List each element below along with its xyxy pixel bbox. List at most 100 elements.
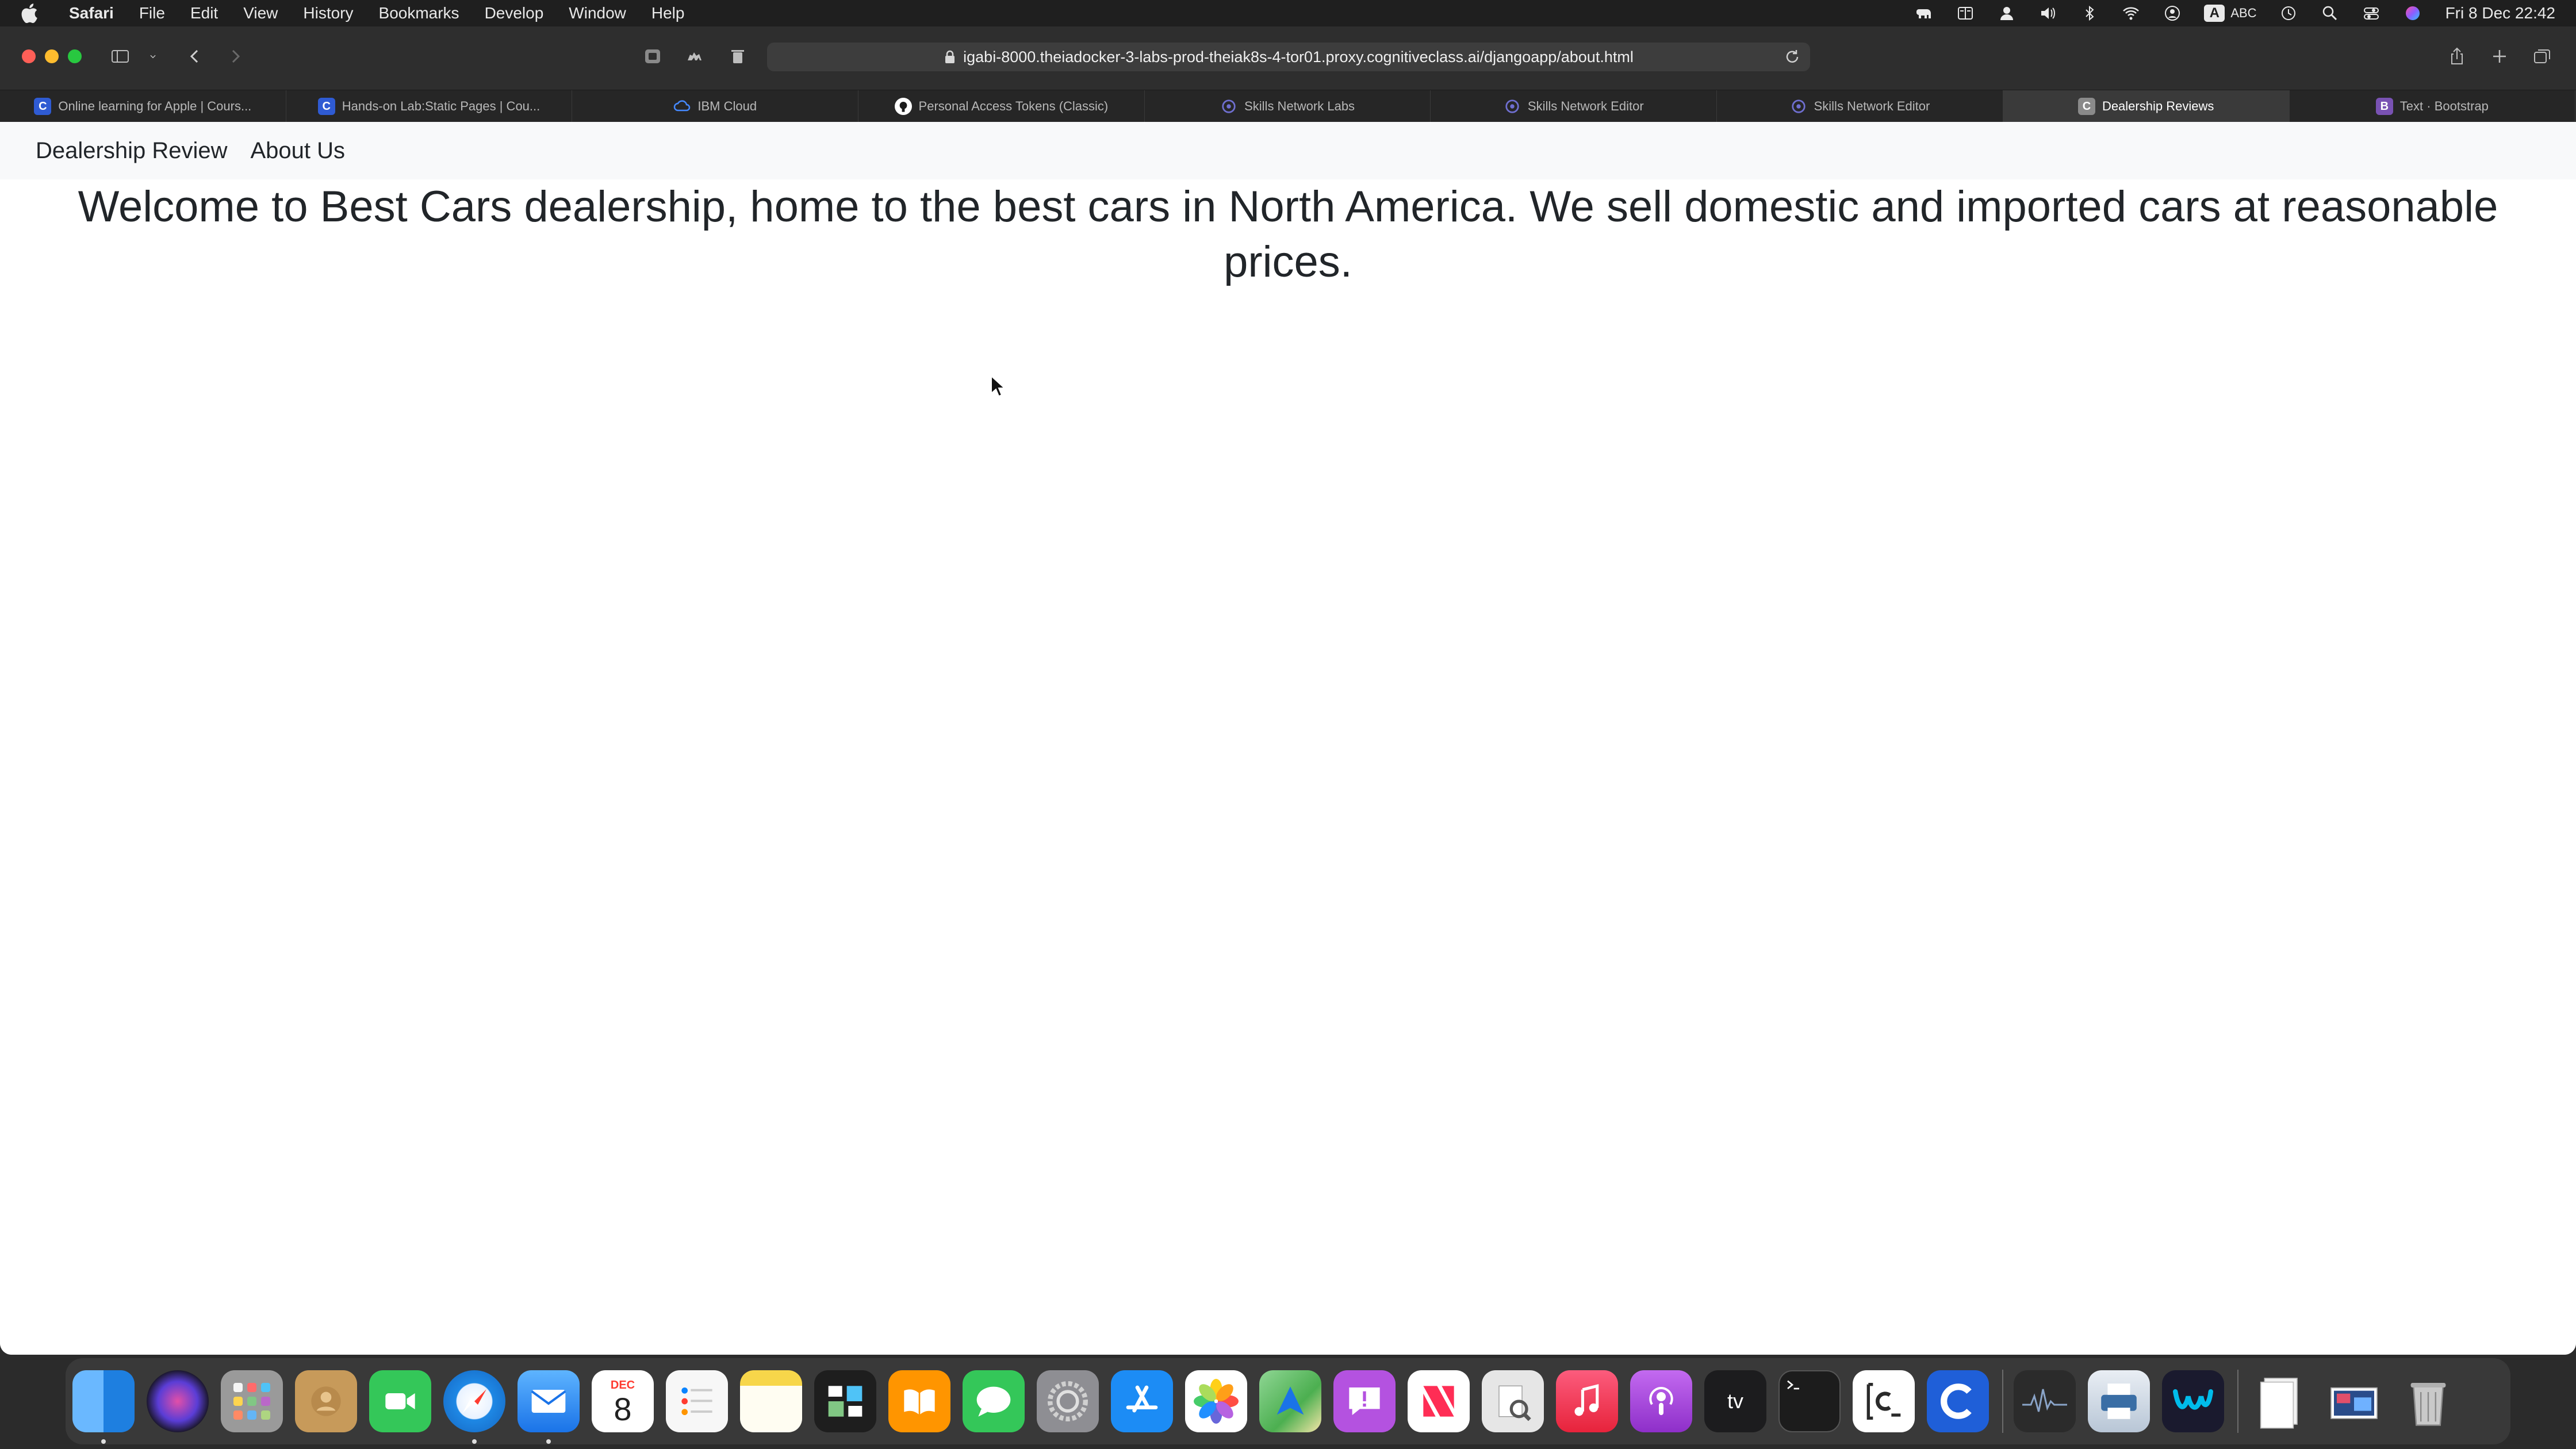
menu-develop[interactable]: Develop [485, 4, 544, 22]
user-status-icon[interactable] [1997, 5, 2017, 22]
finder-icon[interactable] [72, 1370, 135, 1444]
maps-icon[interactable] [1259, 1370, 1321, 1432]
reload-icon[interactable] [1784, 48, 1801, 66]
screenshot-stack-icon[interactable] [2323, 1370, 2385, 1432]
coursera-icon[interactable] [1927, 1370, 1989, 1432]
books-icon[interactable] [888, 1370, 950, 1432]
reader-status-icon[interactable] [1956, 5, 1975, 22]
preview-icon[interactable] [1482, 1370, 1544, 1432]
music-icon[interactable] [1556, 1370, 1618, 1432]
siri-app-icon[interactable] [147, 1370, 209, 1432]
generic-c-favicon-icon: C [2077, 98, 2095, 115]
address-bar[interactable]: igabi-8000.theiadocker-3-labs-prod-theia… [767, 43, 1810, 71]
messages-icon[interactable] [963, 1370, 1025, 1432]
calendar-month: DEC [610, 1378, 635, 1392]
navbar-brand-link[interactable]: Dealership Review [36, 138, 227, 164]
coursera-favicon-icon: C [317, 98, 335, 115]
safari-app-icon[interactable] [443, 1370, 505, 1444]
facetime-icon[interactable] [369, 1370, 431, 1432]
elephant-status-icon[interactable] [1914, 5, 1934, 22]
menu-help[interactable]: Help [651, 4, 685, 22]
menu-history[interactable]: History [303, 4, 353, 22]
tab-overview-icon[interactable] [2532, 46, 2552, 67]
skills-network-favicon-icon [1220, 98, 1237, 115]
calendar-icon[interactable]: DEC 8 [592, 1370, 654, 1432]
chevron-down-icon[interactable] [147, 46, 159, 67]
new-tab-icon[interactable] [2490, 46, 2509, 67]
apple-tv-label: tv [1727, 1389, 1743, 1413]
printer-icon[interactable] [2088, 1370, 2150, 1432]
dock-separator [2002, 1370, 2003, 1433]
contacts-icon[interactable] [295, 1370, 357, 1432]
tab-label: Skills Network Labs [1244, 99, 1355, 113]
trash-extension-icon[interactable] [728, 46, 747, 67]
ibm-cloud-favicon-icon [673, 98, 691, 115]
bluetooth-icon[interactable] [2080, 5, 2099, 22]
browser-toolbar: igabi-8000.theiadocker-3-labs-prod-theia… [0, 26, 2576, 90]
sidebar-toggle-icon[interactable] [110, 46, 130, 67]
time-machine-icon[interactable] [2279, 5, 2298, 22]
siri-icon[interactable] [2403, 5, 2422, 22]
spotlight-search-icon[interactable] [2320, 5, 2340, 22]
menu-edit[interactable]: Edit [190, 4, 218, 22]
activity-monitor-icon[interactable] [2014, 1370, 2076, 1432]
forward-icon[interactable] [225, 46, 245, 67]
news-icon[interactable] [1408, 1370, 1470, 1432]
system-settings-icon[interactable] [1037, 1370, 1099, 1432]
tab-skills-network-editor-2[interactable]: Skills Network Editor [1717, 90, 2003, 122]
coursera-favicon-icon: C [34, 98, 52, 115]
photos-icon[interactable] [1185, 1370, 1247, 1432]
menu-view[interactable]: View [243, 4, 278, 22]
tab-online-learning[interactable]: C Online learning for Apple | Cours... [0, 90, 286, 122]
tab-personal-access-tokens[interactable]: Personal Access Tokens (Classic) [858, 90, 1145, 122]
documents-folder-icon[interactable] [2249, 1370, 2311, 1432]
tab-skills-network-editor-1[interactable]: Skills Network Editor [1431, 90, 1718, 122]
trash-icon[interactable] [2397, 1370, 2459, 1432]
tab-ibm-cloud[interactable]: IBM Cloud [572, 90, 859, 122]
apple-menu-icon[interactable] [21, 3, 38, 23]
tab-text-bootstrap[interactable]: B Text · Bootstrap [2290, 90, 2576, 122]
github-favicon-icon [894, 98, 912, 115]
apple-tv-icon[interactable]: tv [1704, 1370, 1766, 1432]
reminders-icon[interactable] [666, 1370, 728, 1432]
menu-file[interactable]: File [139, 4, 165, 22]
share-icon[interactable] [2447, 46, 2467, 67]
window-controls [22, 49, 91, 63]
back-icon[interactable] [185, 46, 205, 67]
account-circle-icon[interactable] [2163, 5, 2182, 22]
tab-hands-on-lab[interactable]: C Hands-on Lab:Static Pages | Cou... [286, 90, 573, 122]
minimize-window-button[interactable] [45, 49, 59, 63]
close-window-button[interactable] [22, 49, 36, 63]
tab-label: Personal Access Tokens (Classic) [918, 99, 1109, 113]
volume-icon[interactable] [2038, 5, 2058, 22]
launchpad-icon[interactable] [221, 1370, 283, 1432]
bootstrap-favicon-icon: B [2375, 98, 2393, 115]
app-store-icon[interactable] [1111, 1370, 1173, 1432]
tab-skills-network-labs[interactable]: Skills Network Labs [1145, 90, 1431, 122]
about-us-link[interactable]: About Us [250, 138, 345, 164]
mail-icon[interactable] [518, 1370, 580, 1444]
terminal-icon[interactable] [1778, 1370, 1841, 1432]
skills-network-favicon-icon [1790, 98, 1807, 115]
site-navbar: Dealership Review About Us [0, 122, 2576, 179]
camel-extension-icon[interactable] [685, 46, 705, 67]
coursera-editor-icon[interactable] [1853, 1370, 1915, 1432]
menu-window[interactable]: Window [569, 4, 626, 22]
input-source-indicator[interactable]: A ABC [2204, 5, 2257, 22]
podcasts-icon[interactable] [1630, 1370, 1692, 1432]
dock-separator [2237, 1370, 2238, 1433]
feedback-assistant-icon[interactable] [1333, 1370, 1396, 1432]
input-source-label: ABC [2230, 6, 2257, 20]
menu-clock[interactable]: Fri 8 Dec 22:42 [2445, 4, 2555, 22]
freeform-icon[interactable] [814, 1370, 876, 1432]
tab-dealership-reviews[interactable]: C Dealership Reviews [2003, 90, 2290, 122]
webex-icon[interactable] [2162, 1370, 2224, 1432]
menu-bookmarks[interactable]: Bookmarks [379, 4, 459, 22]
fullscreen-window-button[interactable] [68, 49, 82, 63]
input-source-badge: A [2204, 5, 2225, 22]
notes-icon[interactable] [740, 1370, 802, 1432]
wifi-icon[interactable] [2121, 5, 2141, 22]
menu-app-name[interactable]: Safari [69, 4, 114, 22]
extension-icon[interactable] [643, 46, 662, 67]
control-center-icon[interactable] [2362, 5, 2381, 22]
